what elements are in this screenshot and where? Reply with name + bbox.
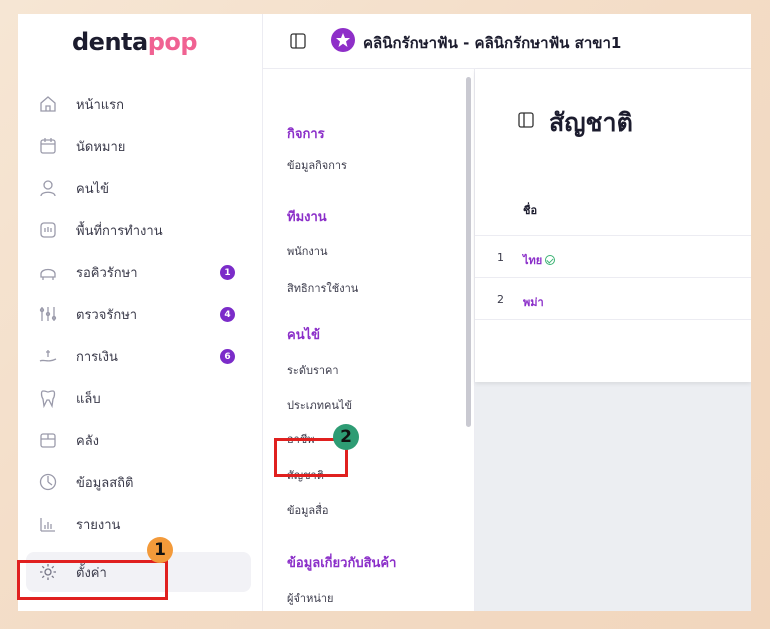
clinic-branch-title[interactable]: คลินิกรักษาฟัน - คลินิกรักษาฟัน สาขา1 bbox=[363, 31, 621, 55]
settings-menu: กิจการ ข้อมูลกิจการ ทีมงาน พนักงาน สิทธิ… bbox=[263, 69, 475, 611]
step-marker-2: 2 bbox=[333, 424, 359, 450]
sidebar-item-inventory[interactable]: คลัง bbox=[18, 420, 263, 460]
menu-scrollbar[interactable] bbox=[466, 77, 471, 427]
screenshot-frame: dentapop หน้าแรก นัดหมาย คนไข้ พื้นที่กา… bbox=[0, 0, 770, 629]
workspace-icon bbox=[38, 220, 58, 240]
logo-main: denta bbox=[72, 28, 148, 56]
sidebar-item-treatment[interactable]: ตรวจรักษา 4 bbox=[18, 294, 263, 334]
app-window: dentapop หน้าแรก นัดหมาย คนไข้ พื้นที่กา… bbox=[18, 14, 751, 611]
column-header-name: ชื่อ bbox=[523, 204, 538, 217]
stats-icon bbox=[38, 472, 58, 492]
sidebar-item-label: คลัง bbox=[76, 433, 100, 449]
treatment-count-badge: 4 bbox=[220, 307, 235, 322]
menu-item-patient-type[interactable]: ประเภทคนไข้ bbox=[287, 396, 352, 414]
menu-heading-team: ทีมงาน bbox=[287, 210, 327, 225]
menu-item-business-info[interactable]: ข้อมูลกิจการ bbox=[287, 156, 347, 174]
main-content: สัญชาติ ชื่อ 1 ไทย 2 พม่า bbox=[475, 69, 751, 611]
clinic-avatar[interactable] bbox=[331, 28, 355, 52]
sidebar-item-finance[interactable]: การเงิน 6 bbox=[18, 336, 263, 376]
sidebar-item-label: นัดหมาย bbox=[76, 139, 126, 155]
dental-chair-icon bbox=[38, 262, 58, 282]
logo-accent: pop bbox=[147, 28, 198, 56]
row-name-text: ไทย bbox=[523, 254, 543, 267]
menu-item-media[interactable]: ข้อมูลสื่อ bbox=[287, 501, 328, 519]
sidebar: dentapop หน้าแรก นัดหมาย คนไข้ พื้นที่กา… bbox=[18, 14, 263, 611]
panel-icon bbox=[517, 111, 535, 129]
table-row-divider bbox=[475, 319, 751, 361]
sidebar-item-workspace[interactable]: พื้นที่การทำงาน bbox=[18, 210, 263, 250]
menu-item-suppliers[interactable]: ผู้จำหน่าย bbox=[287, 589, 333, 607]
sidebar-item-queue[interactable]: รอคิวรักษา 1 bbox=[18, 252, 263, 292]
row-index: 2 bbox=[497, 293, 504, 306]
row-name[interactable]: พม่า bbox=[523, 293, 544, 311]
sidebar-item-label: รอคิวรักษา bbox=[76, 265, 138, 281]
queue-count-badge: 1 bbox=[220, 265, 235, 280]
sidebar-item-patients[interactable]: คนไข้ bbox=[18, 168, 263, 208]
row-index: 1 bbox=[497, 251, 504, 264]
sidebar-item-label: หน้าแรก bbox=[76, 97, 124, 113]
menu-item-permissions[interactable]: สิทธิการใช้งาน bbox=[287, 279, 358, 297]
menu-heading-products: ข้อมูลเกี่ยวกับสินค้า bbox=[287, 556, 397, 571]
calendar-icon bbox=[38, 136, 58, 156]
sidebar-item-label: ข้อมูลสถิติ bbox=[76, 475, 134, 491]
app-logo[interactable]: dentapop bbox=[72, 28, 198, 68]
step-marker-1: 1 bbox=[147, 537, 173, 563]
menu-item-staff[interactable]: พนักงาน bbox=[287, 242, 328, 260]
callout-box-settings bbox=[17, 560, 168, 600]
sidebar-item-home[interactable]: หน้าแรก bbox=[18, 84, 263, 124]
menu-heading-business: กิจการ bbox=[287, 127, 325, 142]
nationality-card: สัญชาติ ชื่อ 1 ไทย 2 พม่า bbox=[475, 69, 751, 382]
user-icon bbox=[38, 178, 58, 198]
sidebar-item-stats[interactable]: ข้อมูลสถิติ bbox=[18, 462, 263, 502]
box-icon bbox=[38, 430, 58, 450]
row-name[interactable]: ไทย bbox=[523, 251, 556, 269]
report-icon bbox=[38, 514, 58, 534]
sidebar-item-appointments[interactable]: นัดหมาย bbox=[18, 126, 263, 166]
sidebar-item-label: ตรวจรักษา bbox=[76, 307, 138, 323]
sidebar-item-label: แล็บ bbox=[76, 391, 101, 407]
page-title: สัญชาติ bbox=[549, 108, 633, 137]
top-bar: คลินิกรักษาฟัน - คลินิกรักษาฟัน สาขา1 bbox=[263, 14, 751, 69]
sidebar-item-label: พื้นที่การทำงาน bbox=[76, 223, 163, 239]
treatment-icon bbox=[38, 304, 58, 324]
table-row[interactable]: 1 ไทย bbox=[475, 235, 751, 277]
sidebar-item-label: การเงิน bbox=[76, 349, 118, 365]
sidebar-item-label: คนไข้ bbox=[76, 181, 110, 197]
money-icon bbox=[38, 346, 58, 366]
table-row[interactable]: 2 พม่า bbox=[475, 277, 751, 319]
sidebar-toggle-icon[interactable] bbox=[289, 32, 307, 50]
finance-count-badge: 6 bbox=[220, 349, 235, 364]
sidebar-item-reports[interactable]: รายงาน bbox=[18, 504, 263, 544]
check-circle-icon bbox=[545, 255, 556, 265]
sidebar-item-lab[interactable]: แล็บ bbox=[18, 378, 263, 418]
menu-heading-patients: คนไข้ bbox=[287, 328, 321, 343]
home-icon bbox=[38, 94, 58, 114]
sidebar-item-label: รายงาน bbox=[76, 517, 121, 533]
menu-item-price-level[interactable]: ระดับราคา bbox=[287, 361, 339, 379]
tooth-icon bbox=[38, 388, 58, 409]
